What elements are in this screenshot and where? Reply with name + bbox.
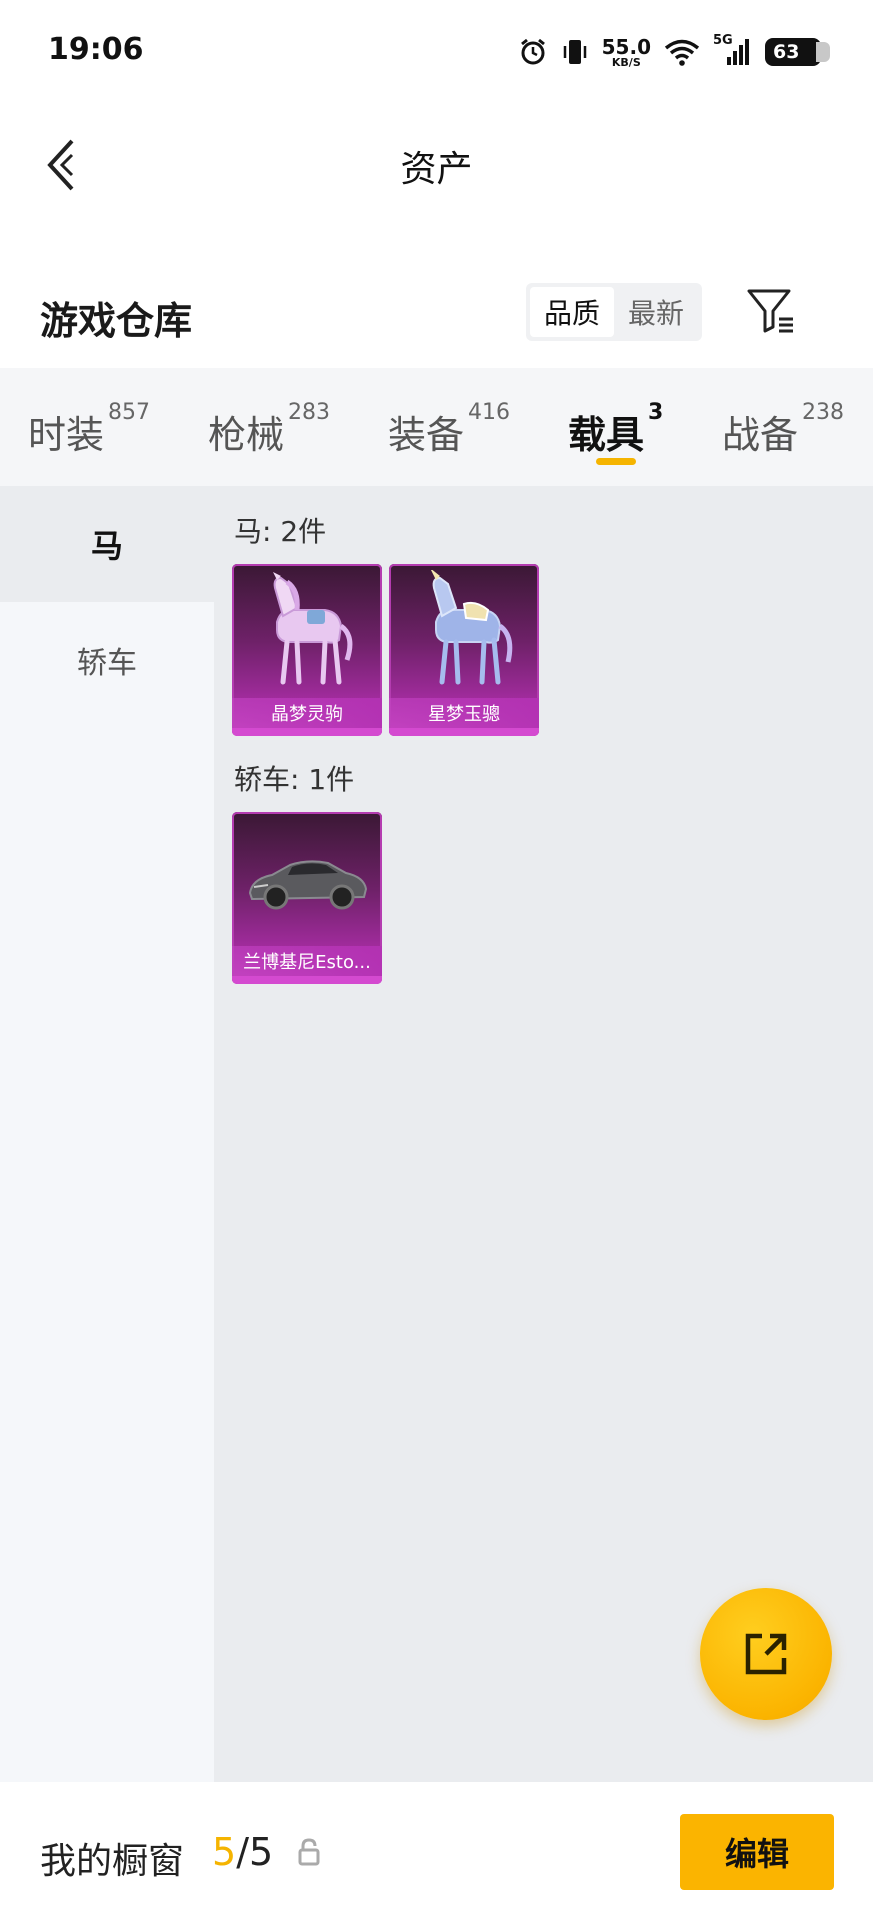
tab-label: 载具 — [568, 413, 645, 457]
net-speed: 55.0 KB/S — [602, 37, 651, 68]
pink-crystal-horse-image — [232, 568, 382, 696]
item-name-text: 晶梦灵驹 — [271, 704, 343, 725]
page-title: 资产 — [400, 149, 473, 190]
wifi-icon — [664, 39, 700, 66]
item-name: 兰博基尼Esto... — [232, 946, 382, 976]
item-card[interactable]: 星梦玉骢 — [389, 564, 539, 736]
tab-firearms[interactable]: 枪械283 — [208, 400, 330, 459]
tab-label: 战备 — [722, 413, 799, 457]
side-item-sedan[interactable]: 轿车 — [0, 602, 214, 718]
battery-icon: 63 — [765, 38, 830, 66]
tab-fashion[interactable]: 时装857 — [28, 400, 150, 459]
tab-count: 857 — [108, 400, 151, 425]
tab-count: 238 — [802, 400, 845, 425]
blue-unicorn-image — [389, 568, 539, 696]
status-time: 19:06 — [48, 32, 144, 67]
showcase-count: 5/5 — [212, 1830, 273, 1874]
sort-toggle: 品质 最新 — [526, 283, 702, 341]
tab-equipment[interactable]: 装备416 — [388, 400, 510, 459]
group-title-horse: 马: 2件 — [234, 515, 327, 548]
lock-icon — [298, 1838, 320, 1866]
item-name: 晶梦灵驹 — [232, 698, 382, 728]
status-icons: 55.0 KB/S 5G 63 — [518, 30, 830, 74]
filter-icon — [747, 289, 793, 333]
edit-button[interactable]: 编辑 — [680, 1814, 834, 1890]
battery-level: 63 — [773, 41, 800, 63]
share-fab-button[interactable] — [700, 1588, 832, 1720]
section-title: 游戏仓库 — [40, 299, 193, 343]
showcase-current: 5 — [212, 1830, 237, 1874]
tab-label: 枪械 — [208, 413, 285, 457]
rarity-bar — [232, 976, 382, 984]
sort-option-newest[interactable]: 最新 — [614, 287, 698, 337]
showcase-separator: / — [236, 1830, 249, 1874]
tab-label: 时装 — [28, 413, 105, 457]
status-bar: 19:06 55.0 KB/S 5G 63 — [0, 0, 873, 104]
grey-sports-car-image — [232, 816, 382, 944]
tab-count: 283 — [288, 400, 331, 425]
bottom-bar: 我的橱窗 5/5 编辑 — [0, 1782, 873, 1920]
filter-button[interactable] — [742, 282, 800, 340]
side-item-horse[interactable]: 马 — [0, 486, 214, 602]
tab-vehicles[interactable]: 载具3 — [568, 400, 663, 459]
tab-label: 装备 — [388, 413, 465, 457]
signal-icon: 5G — [713, 33, 753, 67]
tab-battle-gear[interactable]: 战备238 — [722, 400, 844, 459]
active-tab-indicator — [596, 458, 636, 465]
rarity-bar — [232, 728, 382, 736]
item-name-text: 星梦玉骢 — [428, 704, 500, 725]
item-card[interactable]: 兰博基尼Esto... — [232, 812, 382, 984]
category-tab-bar: 时装857 枪械283 装备416 载具3 战备238 — [0, 368, 873, 486]
net-speed-unit: KB/S — [611, 55, 641, 69]
showcase-total: 5 — [249, 1830, 274, 1874]
group-title-sedan: 轿车: 1件 — [234, 763, 355, 796]
item-card[interactable]: 晶梦灵驹 — [232, 564, 382, 736]
net-speed-value: 55.0 — [601, 34, 651, 59]
item-name: 星梦玉骢 — [389, 698, 539, 728]
share-external-icon — [745, 1633, 787, 1675]
showcase-label: 我的橱窗 — [40, 1841, 185, 1882]
rarity-bar — [389, 728, 539, 736]
vibrate-icon — [563, 40, 586, 64]
alarm-icon — [520, 38, 545, 65]
item-name-text: 兰博基尼Esto... — [243, 952, 371, 973]
side-nav: 马 轿车 — [0, 486, 214, 1782]
sort-option-quality[interactable]: 品质 — [530, 287, 614, 337]
tab-count: 416 — [468, 400, 511, 425]
tab-count: 3 — [648, 400, 664, 425]
